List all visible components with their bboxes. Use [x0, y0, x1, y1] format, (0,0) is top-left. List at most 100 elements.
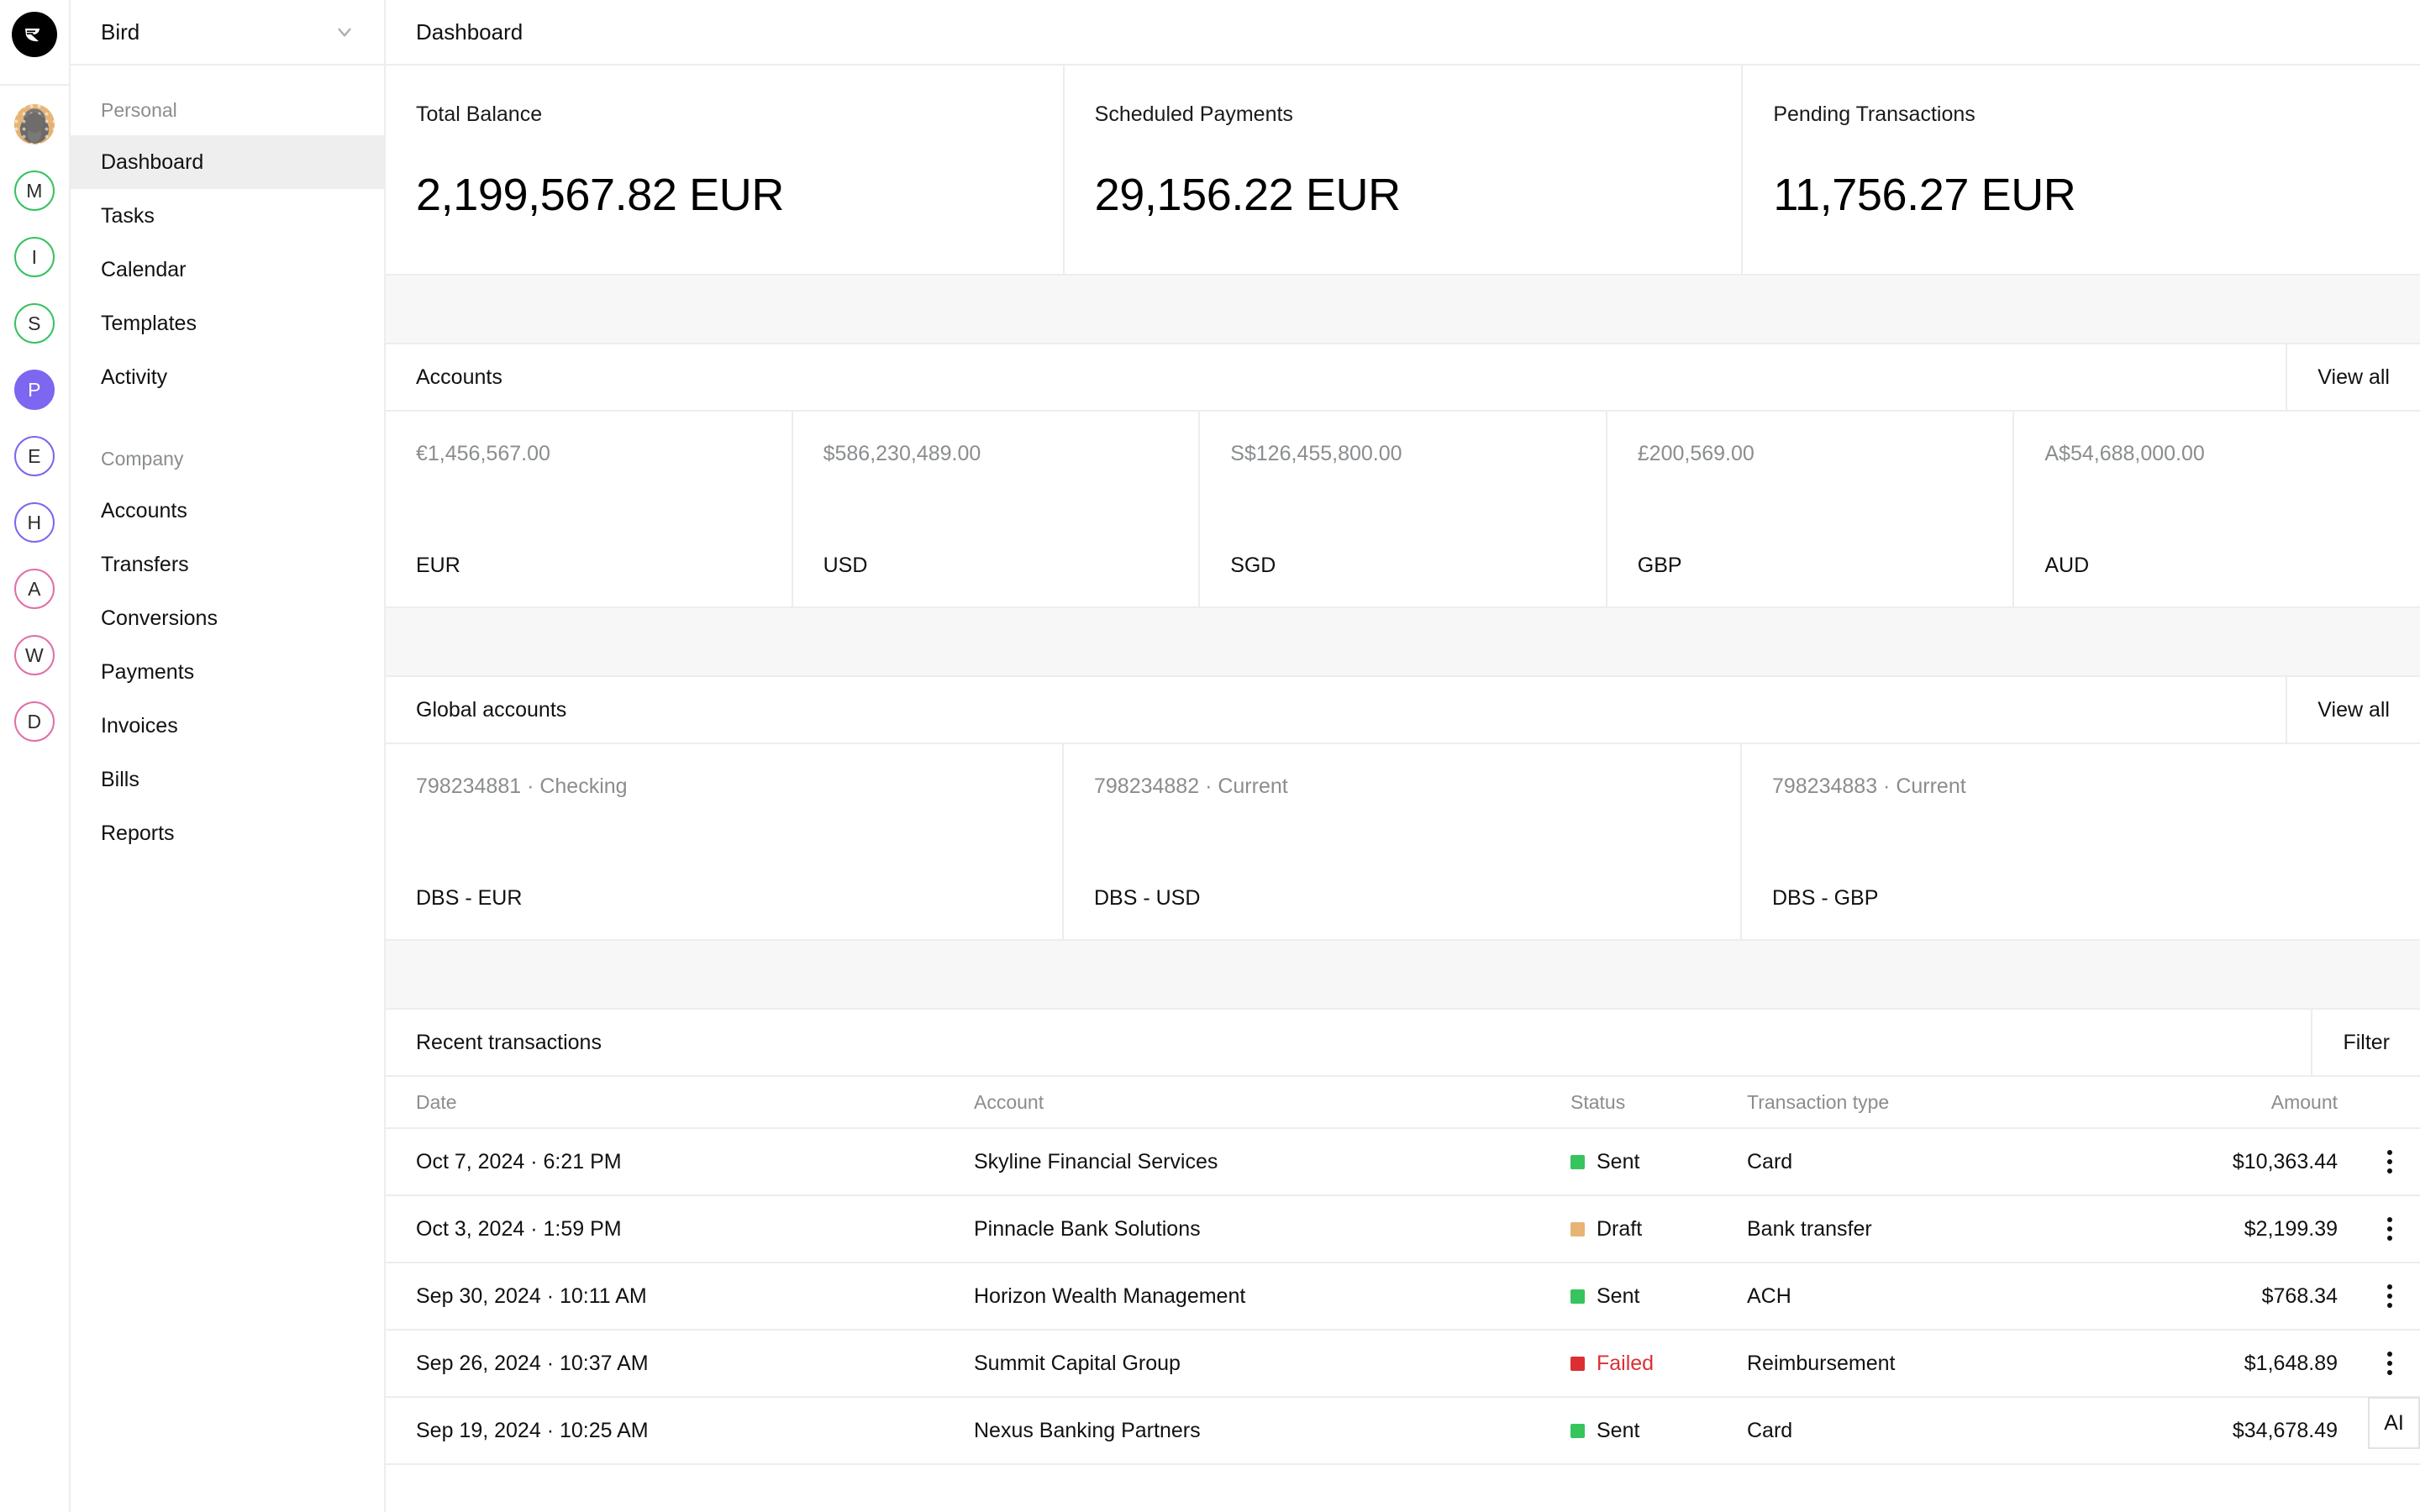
- transaction-account: Pinnacle Bank Solutions: [974, 1216, 1201, 1241]
- transaction-date: Oct 7, 2024 · 6:21 PM: [416, 1149, 622, 1173]
- workspace-name: Bird: [101, 18, 140, 45]
- table-row[interactable]: Oct 3, 2024 · 1:59 PM Pinnacle Bank Solut…: [386, 1196, 2420, 1263]
- stat-card-label: Pending Transactions: [1773, 102, 1975, 126]
- stat-card-row: Total Balance 2,199,567.82 EUR Scheduled P…: [386, 66, 2420, 274]
- sidebar-item-conversions[interactable]: Conversions: [71, 591, 384, 645]
- global-accounts-section-title: Global accounts: [416, 697, 567, 722]
- page-title: Dashboard: [416, 18, 523, 45]
- account-card-amount: A$54,688,000.00: [2044, 442, 2205, 465]
- rail-avatar-s[interactable]: S: [14, 303, 55, 344]
- sidebar-item-label: Templates: [101, 311, 197, 335]
- sidebar-item-tasks[interactable]: Tasks: [71, 189, 384, 243]
- rail-avatar-p[interactable]: P: [14, 370, 55, 410]
- rail-avatar-w[interactable]: W: [14, 635, 55, 675]
- nav-group-label-personal: Personal: [101, 99, 177, 121]
- transaction-account: Skyline Financial Services: [974, 1149, 1218, 1173]
- transaction-date: Oct 3, 2024 · 1:59 PM: [416, 1216, 622, 1241]
- account-card-currency: GBP: [1637, 554, 1682, 577]
- sidebar-item-bills[interactable]: Bills: [71, 753, 384, 806]
- account-card[interactable]: A$54,688,000.00 AUD: [2014, 412, 2420, 606]
- sidebar-item-activity[interactable]: Activity: [71, 350, 384, 404]
- transactions-filter-button[interactable]: Filter: [2311, 1010, 2420, 1075]
- row-actions-cell: [2360, 1352, 2420, 1375]
- table-row[interactable]: Sep 19, 2024 · 10:25 AM Nexus Banking Par…: [386, 1398, 2420, 1465]
- ai-assistant-button[interactable]: AI: [2368, 1397, 2420, 1449]
- rail-avatar-h[interactable]: H: [14, 502, 55, 543]
- sidebar-item-reports[interactable]: Reports: [71, 806, 384, 860]
- transaction-type: Reimbursement: [1747, 1351, 1896, 1375]
- stat-card-value: 11,756.27 EUR: [1773, 170, 2076, 220]
- account-card-amount: S$126,455,800.00: [1230, 442, 1402, 465]
- status-label: Sent: [1597, 1149, 1640, 1173]
- accounts-section-title: Accounts: [416, 365, 502, 389]
- user-avatar-photo[interactable]: [14, 104, 55, 144]
- transactions-table-header: Date Account Status Transaction type Amount: [386, 1077, 2420, 1129]
- sidebar-item-label: Tasks: [101, 203, 155, 228]
- sidebar-item-transfers[interactable]: Transfers: [71, 538, 384, 591]
- status-badge: Sent: [1570, 1150, 1747, 1174]
- global-account-card[interactable]: 798234881 · Checking DBS - EUR: [386, 744, 1064, 939]
- table-row[interactable]: Oct 7, 2024 · 6:21 PM Skyline Financial S…: [386, 1129, 2420, 1196]
- global-accounts-view-all-button[interactable]: View all: [2286, 677, 2420, 743]
- global-account-card[interactable]: 798234882 · Current DBS - USD: [1064, 744, 1742, 939]
- rail-avatar-i[interactable]: I: [14, 237, 55, 277]
- transaction-account: Nexus Banking Partners: [974, 1418, 1201, 1442]
- status-dot-icon: [1570, 1423, 1585, 1438]
- bird-logo-icon[interactable]: [12, 12, 57, 57]
- transactions-table-body: Oct 7, 2024 · 6:21 PM Skyline Financial S…: [386, 1129, 2420, 1465]
- sidebar-item-label: Payments: [101, 659, 195, 684]
- transaction-amount: $768.34: [2261, 1284, 2338, 1308]
- sidebar-item-calendar[interactable]: Calendar: [71, 243, 384, 297]
- kebab-menu-icon[interactable]: [2387, 1217, 2392, 1241]
- kebab-menu-icon[interactable]: [2387, 1150, 2392, 1173]
- account-card-currency: EUR: [416, 554, 460, 577]
- sidebar-item-dashboard[interactable]: Dashboard: [71, 135, 384, 189]
- sidebar-item-accounts[interactable]: Accounts: [71, 484, 384, 538]
- rail-avatar-a[interactable]: A: [14, 569, 55, 609]
- transaction-date: Sep 19, 2024 · 10:25 AM: [416, 1418, 649, 1442]
- rail-avatar-initial: P: [28, 378, 41, 401]
- accounts-view-all-button[interactable]: View all: [2286, 344, 2420, 410]
- rail-avatar-initial: W: [24, 643, 44, 666]
- sidebar-item-label: Calendar: [101, 257, 187, 281]
- row-actions-cell: [2360, 1217, 2420, 1241]
- sidebar-item-payments[interactable]: Payments: [71, 645, 384, 699]
- column-header-account: Account: [974, 1090, 1044, 1113]
- rail-avatar-initial: A: [28, 577, 41, 600]
- status-badge: Sent: [1570, 1419, 1747, 1443]
- rail-avatar-d[interactable]: D: [14, 701, 55, 742]
- status-badge: Sent: [1570, 1284, 1747, 1309]
- icon-rail: M I S P E H A W D: [0, 0, 71, 1512]
- account-card[interactable]: €1,456,567.00 EUR: [386, 412, 793, 606]
- status-badge: Draft: [1570, 1217, 1747, 1242]
- main-content: Dashboard Total Balance 2,199,567.82 EUR S…: [386, 0, 2420, 1512]
- accounts-card-row: €1,456,567.00 EUR $586,230,489.00 USD S$126,…: [386, 412, 2420, 606]
- column-header-amount: Amount: [2270, 1090, 2338, 1113]
- rail-avatar-list: M I S P E H A W D: [14, 171, 55, 768]
- nav-group-spacer: [71, 404, 384, 436]
- account-card[interactable]: S$126,455,800.00 SGD: [1200, 412, 1607, 606]
- table-row[interactable]: Sep 30, 2024 · 10:11 AM Horizon Wealth Ma…: [386, 1263, 2420, 1331]
- global-account-name: DBS - EUR: [416, 886, 523, 910]
- sidebar: Bird Personal Dashboard Tasks Calendar Templ…: [71, 0, 386, 1512]
- rail-avatar-e[interactable]: E: [14, 436, 55, 476]
- sidebar-item-label: Accounts: [101, 498, 187, 522]
- sidebar-item-invoices[interactable]: Invoices: [71, 699, 384, 753]
- section-spacer-band-3: [386, 939, 2420, 1010]
- sidebar-item-templates[interactable]: Templates: [71, 297, 384, 350]
- status-dot-icon: [1570, 1356, 1585, 1371]
- account-card-amount: $586,230,489.00: [823, 442, 981, 465]
- rail-avatar-m[interactable]: M: [14, 171, 55, 211]
- account-card[interactable]: £200,569.00 GBP: [1607, 412, 2015, 606]
- table-row[interactable]: Sep 26, 2024 · 10:37 AM Summit Capital Gr…: [386, 1331, 2420, 1398]
- kebab-menu-icon[interactable]: [2387, 1284, 2392, 1308]
- workspace-switcher[interactable]: Bird: [71, 0, 384, 66]
- kebab-menu-icon[interactable]: [2387, 1352, 2392, 1375]
- section-spacer-band-2: [386, 606, 2420, 677]
- status-label: Failed: [1597, 1351, 1655, 1375]
- transactions-table: Date Account Status Transaction type Amount …: [386, 1077, 2420, 1465]
- transaction-type: Bank transfer: [1747, 1216, 1872, 1241]
- account-card[interactable]: $586,230,489.00 USD: [793, 412, 1201, 606]
- global-account-reference: 798234882 · Current: [1093, 774, 1288, 798]
- global-account-card[interactable]: 798234883 · Current DBS - GBP: [1742, 744, 2420, 939]
